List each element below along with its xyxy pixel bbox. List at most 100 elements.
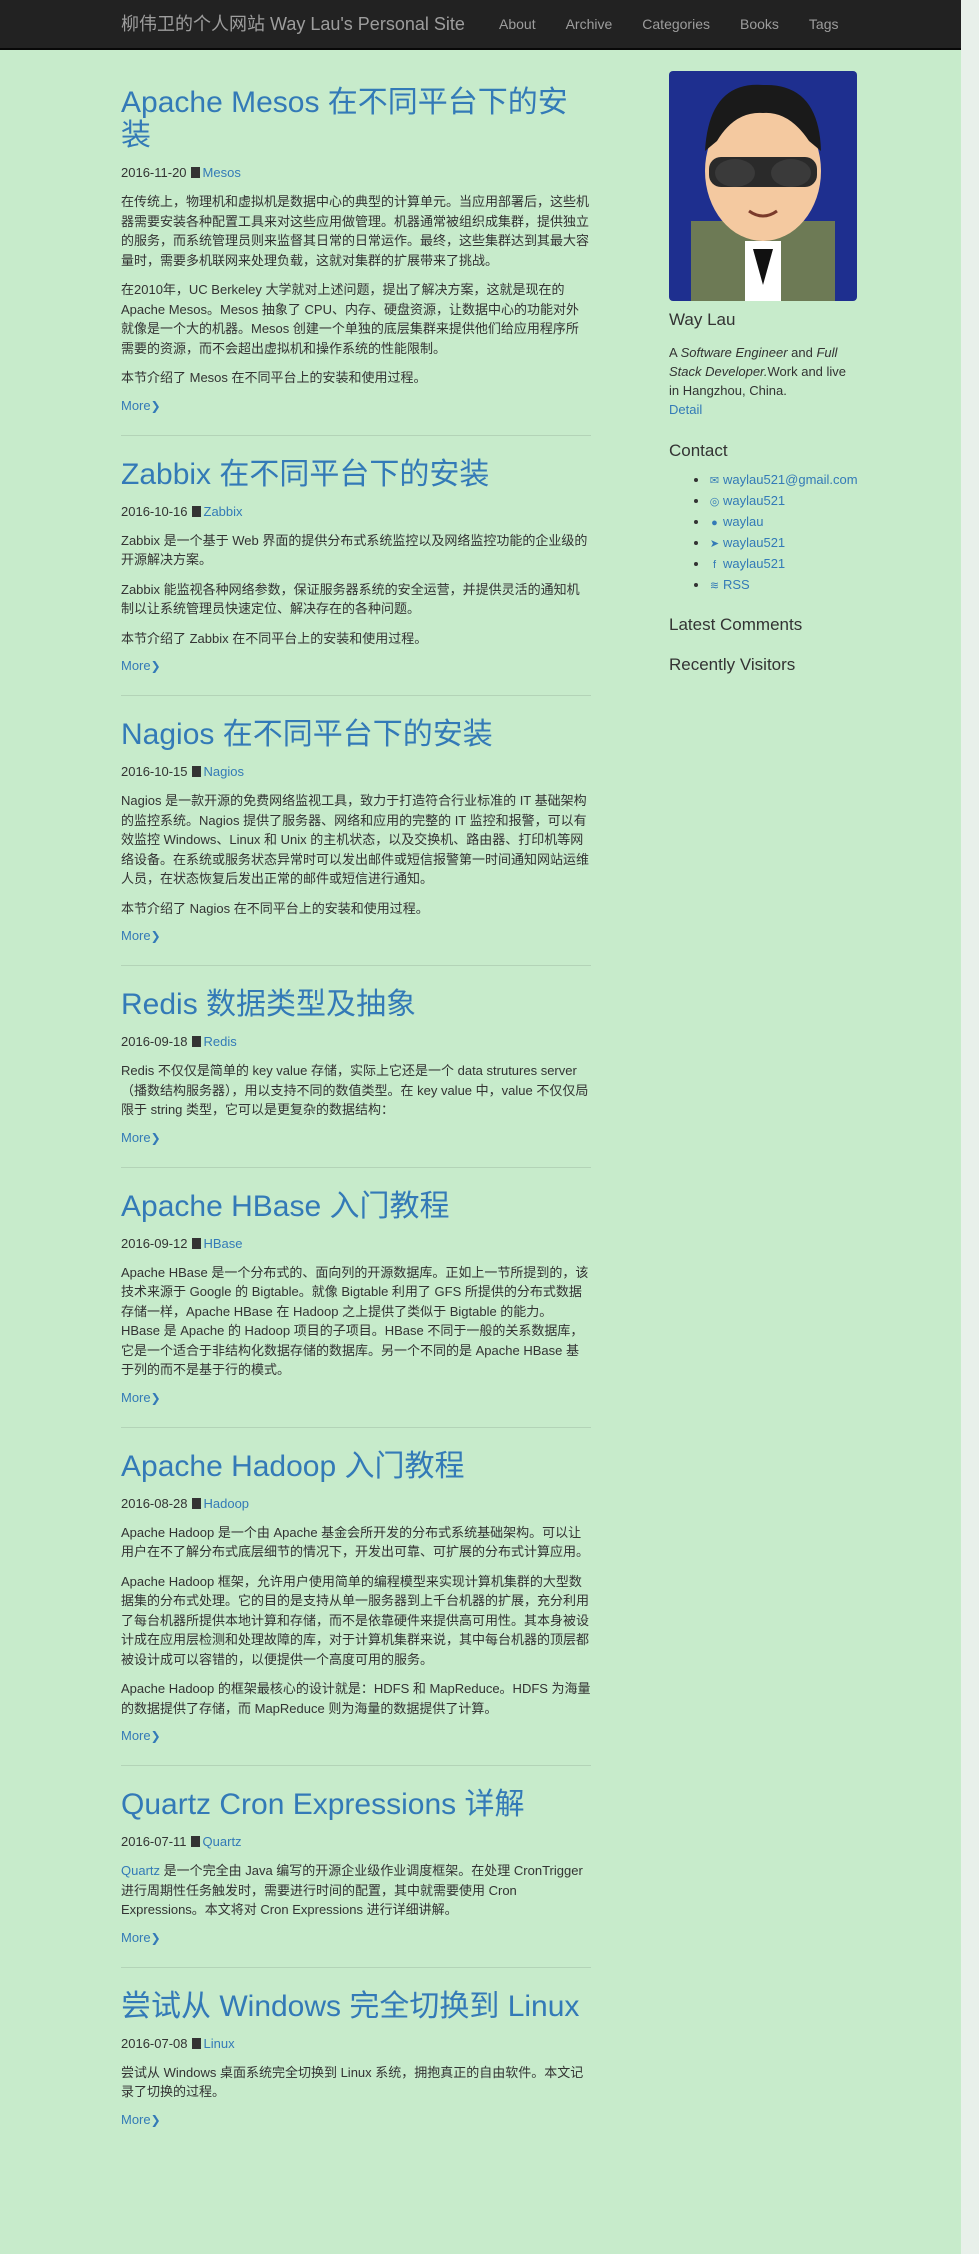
divider (121, 965, 591, 966)
post-category-link[interactable]: Nagios (204, 764, 244, 779)
post-meta: 2016-08-28 Hadoop (121, 1495, 591, 1513)
contact-item: ● waylau (709, 512, 859, 533)
more-link[interactable]: More❯ (121, 2112, 161, 2127)
bio-text: and (787, 345, 817, 360)
contact-text: RSS (723, 577, 750, 592)
post-category-link[interactable]: Mesos (203, 165, 241, 180)
divider (121, 1765, 591, 1766)
nav-books[interactable]: Books (725, 0, 794, 48)
post-excerpt: Apache Hadoop 框架，允许用户使用简单的编程模型来实现计算机集群的大… (121, 1573, 590, 1667)
post-meta: 2016-07-11 Quartz (121, 1833, 591, 1851)
more-label: More (121, 1929, 151, 1945)
more-link[interactable]: More❯ (121, 928, 161, 943)
post-excerpt: Redis 不仅仅是简单的 key value 存储，实际上它还是一个 data… (121, 1063, 589, 1117)
post-title[interactable]: Zabbix 在不同平台下的安装 (121, 458, 591, 491)
post-meta: 2016-10-15 Nagios (121, 763, 591, 781)
post-category-link[interactable]: Zabbix (204, 504, 243, 519)
contact-item: f waylau521 (709, 554, 859, 575)
divider (121, 434, 591, 436)
more-label: More (121, 1129, 151, 1145)
quartz-link[interactable]: Quartz (121, 1863, 160, 1878)
post-title[interactable]: 尝试从 Windows 完全切换到 Linux (121, 1990, 591, 2023)
file-icon (191, 1237, 201, 1249)
more-link[interactable]: More❯ (121, 1930, 161, 1945)
post-category-link[interactable]: HBase (204, 1236, 243, 1251)
post-category-link[interactable]: Redis (204, 1034, 237, 1049)
latest-comments-title: Latest Comments (669, 615, 803, 634)
post-item: Redis 数据类型及抽象 2016-09-18 Redis Redis 不仅仅是简单… (121, 988, 591, 1168)
post-title[interactable]: Quartz Cron Expressions 详解 (121, 1788, 591, 1821)
post-title[interactable]: Apache HBase 入门教程 (121, 1190, 591, 1223)
more-link[interactable]: More❯ (121, 398, 161, 413)
nav-archive[interactable]: Archive (551, 0, 628, 48)
contact-text: waylau521 (723, 535, 786, 550)
post-excerpt: Quartz 是一个完全由 Java 编写的开源企业级作业调度框架。在处理 Cr… (121, 1861, 591, 1920)
post-excerpt: Zabbix 能监视各种网络参数，保证服务器系统的安全运营，并提供灵活的通知机制… (121, 581, 580, 617)
more-label: More (121, 1728, 151, 1743)
file-icon (190, 1836, 200, 1847)
post-item: Apache Hadoop 入门教程 2016-08-28 Hadoop Apache… (121, 1450, 591, 1766)
post-list: Apache Mesos 在不同平台下的安装 2016-11-20 Mesos 在传统… (121, 86, 591, 2129)
post-excerpt: 本节介绍了 Mesos 在不同平台上的安装和使用过程。 (121, 370, 427, 385)
nav-about[interactable]: About (484, 0, 551, 48)
contact-link[interactable]: ✉ waylau521@gmail.com (709, 472, 858, 487)
post-meta: 2016-09-18 Redis (121, 1033, 591, 1051)
file-icon (191, 1497, 201, 1509)
post-title[interactable]: Apache Mesos 在不同平台下的安装 (121, 86, 591, 152)
post-category-link[interactable]: Quartz (203, 1834, 242, 1849)
divider (121, 1166, 591, 1168)
chevron-right-icon: ❯ (150, 1930, 161, 1945)
post-excerpt: 在2010年，UC Berkeley 大学就对上述问题，提出了解决方案，这就是现… (121, 282, 579, 356)
bio-text: A (669, 345, 681, 360)
more-link[interactable]: More❯ (121, 1130, 161, 1145)
contact-list: ✉waylau521@gmail.com◎waylau521●waylau➤wa… (669, 470, 859, 596)
chevron-right-icon: ❯ (150, 659, 161, 673)
post-date: 2016-10-15 (121, 764, 188, 779)
more-label: More (121, 658, 151, 673)
contact-item: ≋RSS (709, 575, 859, 596)
site-brand[interactable]: 柳伟卫的个人网站 Way Lau's Personal Site (121, 0, 465, 48)
contact-text: waylau521 (723, 493, 786, 508)
post-date: 2016-11-20 (121, 165, 187, 180)
post-title[interactable]: Apache Hadoop 入门教程 (121, 1450, 591, 1483)
more-label: More (121, 2111, 151, 2127)
github-icon: ● (711, 517, 718, 529)
post-excerpt: Nagios 是一款开源的免费网络监视工具，致力于打造符合行业标准的 IT 基础… (121, 793, 590, 886)
more-link[interactable]: More❯ (121, 1728, 161, 1743)
contact-link[interactable]: ● waylau (709, 514, 763, 529)
scrollbar-track[interactable] (961, 0, 979, 2254)
contact-item: ◎waylau521 (709, 491, 859, 512)
contact-item: ✉waylau521@gmail.com (709, 470, 859, 491)
chevron-right-icon: ❯ (150, 398, 161, 413)
file-icon (190, 167, 200, 178)
recent-visitors-title: Recently Visitors (669, 655, 796, 674)
contact-link[interactable]: ➤ waylau521 (709, 535, 785, 550)
post-excerpt: 本节介绍了 Zabbix 在不同平台上的安装和使用过程。 (121, 630, 428, 646)
author-name: Way Lau (669, 310, 736, 329)
contact-link[interactable]: ◎ waylau521 (709, 493, 785, 508)
chevron-right-icon: ❯ (150, 1729, 161, 1743)
detail-link[interactable]: Detail (669, 402, 702, 417)
post-excerpt: Zabbix 是一个基于 Web 界面的提供分布式系统监控以及网络监控功能的企业… (121, 532, 588, 568)
nav-tags[interactable]: Tags (794, 0, 854, 48)
chevron-right-icon: ❯ (150, 1390, 161, 1405)
more-label: More (121, 928, 151, 943)
post-category-link[interactable]: Hadoop (204, 1496, 250, 1511)
file-icon (191, 766, 201, 777)
post-title[interactable]: Nagios 在不同平台下的安装 (121, 718, 591, 751)
envelope-icon: ✉ (709, 475, 720, 487)
contact-item: ➤waylau521 (709, 533, 859, 554)
contact-link[interactable]: ≋ RSS (709, 577, 750, 592)
more-link[interactable]: More❯ (121, 658, 161, 673)
contact-link[interactable]: f waylau521 (709, 556, 785, 571)
twitter-icon: ➤ (709, 538, 720, 550)
nav-categories[interactable]: Categories (627, 0, 725, 48)
post-date: 2016-09-12 (121, 1235, 188, 1251)
post-item: Quartz Cron Expressions 详解 2016-07-11 Quar… (121, 1788, 591, 1968)
post-category-link[interactable]: Linux (204, 2036, 235, 2051)
post-title[interactable]: Redis 数据类型及抽象 (121, 988, 591, 1021)
weibo-icon: ◎ (709, 496, 720, 508)
navbar: 柳伟卫的个人网站 Way Lau's Personal Site About A… (0, 0, 961, 50)
post-meta: 2016-09-12 HBase (121, 1235, 591, 1253)
more-link[interactable]: More❯ (121, 1390, 161, 1405)
